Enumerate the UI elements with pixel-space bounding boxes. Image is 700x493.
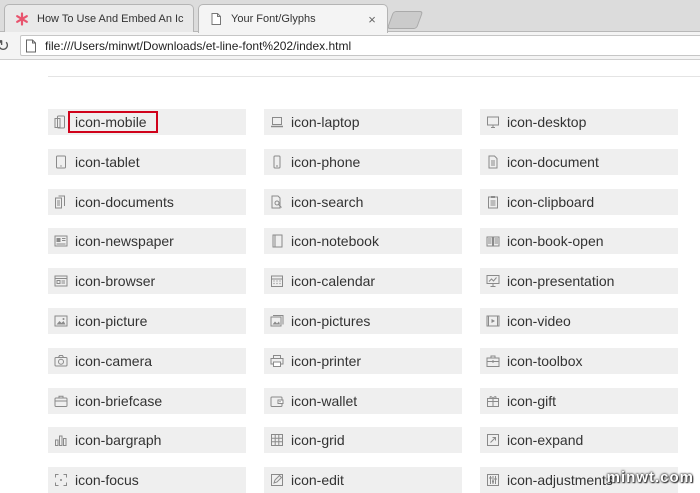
glyph-label: icon-briefcase [75,393,163,409]
glyph-label: icon-presentation [507,273,615,289]
glyph-item-icon-book-open: icon-book-open [480,228,678,254]
glyph-label: icon-desktop [507,114,587,130]
glyph-label: icon-phone [291,154,361,170]
glyph-item-icon-camera: icon-camera [48,348,246,374]
glyph-item-icon-grid: icon-grid [264,427,462,453]
bargraph-icon [54,433,68,447]
glyph-item-icon-search: icon-search [264,189,462,215]
glyph-item-icon-browser: icon-browser [48,268,246,294]
glyph-label: icon-picture [75,313,148,329]
glyph-item-icon-video: icon-video [480,308,678,334]
laptop-icon [270,115,284,129]
document-favicon-icon [209,12,223,26]
glyph-label: icon-printer [291,353,362,369]
video-icon [486,314,500,328]
glyph-item-icon-clipboard: icon-clipboard [480,189,678,215]
phone-icon [270,155,284,169]
glyph-item-icon-phone: icon-phone [264,149,462,175]
highlight-box [68,111,158,133]
glyph-item-icon-desktop: icon-desktop [480,109,678,135]
glyph-label: icon-edit [291,472,344,488]
glyph-item-icon-pictures: icon-pictures [264,308,462,334]
picture-icon [54,314,68,328]
focus-icon [54,473,68,487]
glyph-item-icon-focus: icon-focus [48,467,246,493]
glyph-label: icon-expand [507,432,584,448]
glyph-label: icon-search [291,194,364,210]
glyph-label: icon-browser [75,273,156,289]
glyph-label: icon-grid [291,432,345,448]
glyph-item-icon-wallet: icon-wallet [264,388,462,414]
edit-icon [270,473,284,487]
glyph-label: icon-calendar [291,273,376,289]
glyph-label: icon-adjustments [507,472,613,488]
glyph-item-icon-tablet: icon-tablet [48,149,246,175]
glyph-label: icon-clipboard [507,194,595,210]
glyph-label: icon-notebook [291,233,379,249]
briefcase-icon [54,394,68,408]
newspaper-icon [54,234,68,248]
glyph-label: icon-laptop [291,114,360,130]
glyph-label: icon-newspaper [75,233,174,249]
glyph-item-icon-notebook: icon-notebook [264,228,462,254]
glyph-label: icon-documents [75,194,174,210]
wallet-icon [270,394,284,408]
search-icon [270,195,284,209]
glyph-label: icon-pictures [291,313,371,329]
document-icon [486,155,500,169]
tab-title: Your Font/Glyphs [231,13,316,25]
glyph-label: icon-document [507,154,599,170]
glyph-item-icon-documents: icon-documents [48,189,246,215]
glyph-grid: icon-mobile icon-laptop icon-desktop icon-t… [0,0,700,493]
glyph-label: icon-book-open [507,233,604,249]
printer-icon [270,354,284,368]
glyph-label: icon-tablet [75,154,140,170]
glyph-item-icon-toolbox: icon-toolbox [480,348,678,374]
glyph-item-icon-briefcase: icon-briefcase [48,388,246,414]
mobile-icon [54,115,68,129]
glyph-label: icon-gift [507,393,557,409]
book-open-icon [486,234,500,248]
glyph-item-icon-laptop: icon-laptop [264,109,462,135]
glyph-item-icon-bargraph: icon-bargraph [48,427,246,453]
glyph-label: icon-focus [75,472,139,488]
tab-your-font-glyphs[interactable]: Your Font/Glyphs × [198,4,388,33]
clipboard-icon [486,195,500,209]
documents-icon [54,195,68,209]
gift-icon [486,394,500,408]
pictures-icon [270,314,284,328]
desktop-icon [486,115,500,129]
glyph-item-icon-picture: icon-picture [48,308,246,334]
camera-icon [54,354,68,368]
glyph-item-icon-presentation: icon-presentation [480,268,678,294]
close-tab-icon[interactable]: × [363,12,381,27]
adjustments-icon [486,473,500,487]
browser-icon [54,274,68,288]
glyph-label: icon-wallet [291,393,358,409]
tablet-icon [54,155,68,169]
toolbox-icon [486,354,500,368]
glyph-item-icon-expand: icon-expand [480,427,678,453]
glyph-item-icon-gift: icon-gift [480,388,678,414]
glyph-label: icon-bargraph [75,432,162,448]
watermark: minwt.com [606,469,694,486]
glyph-item-icon-document: icon-document [480,149,678,175]
glyph-label: icon-camera [75,353,153,369]
glyph-label: icon-toolbox [507,353,583,369]
glyph-item-icon-newspaper: icon-newspaper [48,228,246,254]
glyph-item-icon-edit: icon-edit [264,467,462,493]
expand-icon [486,433,500,447]
glyph-label: icon-video [507,313,571,329]
calendar-icon [270,274,284,288]
glyph-item-icon-calendar: icon-calendar [264,268,462,294]
glyph-item-icon-printer: icon-printer [264,348,462,374]
grid-icon [270,433,284,447]
presentation-icon [486,274,500,288]
notebook-icon [270,234,284,248]
